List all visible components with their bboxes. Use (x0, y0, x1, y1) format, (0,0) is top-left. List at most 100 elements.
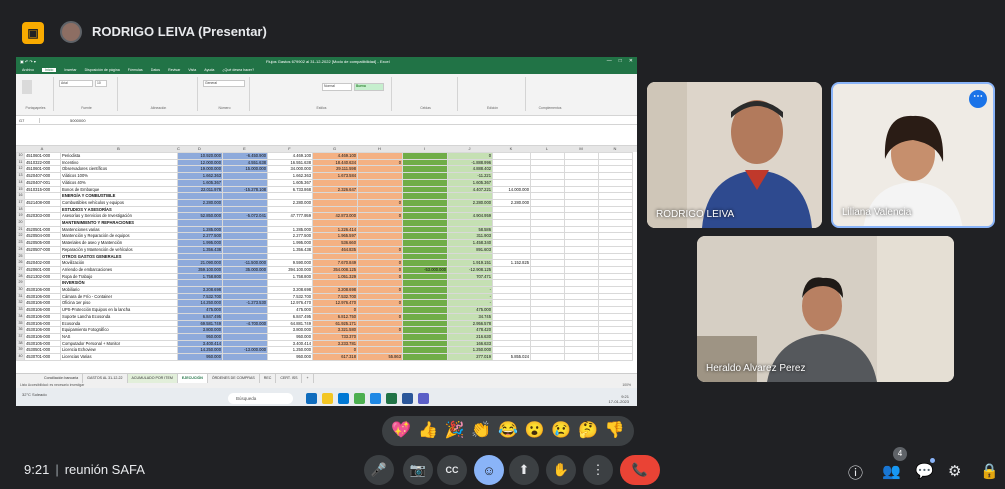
cell-empty[interactable] (564, 165, 599, 174)
cell-g[interactable]: 29.111.598 (312, 165, 358, 174)
cell-a[interactable]: 4520407-000 (24, 172, 61, 180)
menu-inicio[interactable]: Inicio (41, 68, 57, 72)
row-number[interactable]: 22 (16, 232, 25, 241)
cell-e[interactable]: -15.278.108 (222, 185, 268, 194)
menu-vista[interactable]: Vista (188, 68, 196, 72)
cell-g[interactable]: 7.670.849 (312, 259, 358, 267)
cell-h[interactable]: 0 (357, 158, 403, 167)
cell-h[interactable] (357, 232, 403, 241)
participant-tile[interactable]: RODRIGO LEIVA (647, 82, 822, 228)
cell-j[interactable] (447, 205, 493, 214)
cell-h[interactable] (357, 219, 403, 227)
cell-empty[interactable] (598, 259, 633, 267)
cell-e[interactable] (222, 232, 268, 241)
cell-j[interactable]: -11.221 (447, 172, 493, 180)
cell-b[interactable]: Mobiliario (60, 286, 178, 294)
cell-a[interactable]: 4520505-000 (24, 239, 61, 247)
row-number[interactable]: 36 (16, 326, 25, 334)
cell-j[interactable]: 34.745 (447, 312, 493, 321)
cell-g[interactable] (312, 192, 358, 200)
cell-f[interactable]: 47.777.959 (267, 212, 313, 221)
cell-k[interactable] (492, 279, 531, 288)
cell-k[interactable] (492, 272, 531, 281)
cell-b[interactable]: Asesorías y Servicios de Investigación (60, 212, 178, 221)
cell-j[interactable] (447, 192, 493, 200)
cell-b[interactable]: Mantención y Reparación de equipos (60, 232, 178, 241)
cell-h[interactable] (357, 165, 403, 174)
cell-k[interactable] (492, 286, 531, 294)
row-number[interactable]: 25 (16, 252, 25, 261)
row-number[interactable]: 16 (16, 192, 25, 200)
cell-empty[interactable] (564, 265, 599, 274)
excel-icon[interactable] (386, 393, 397, 404)
reaction-laugh[interactable]: 😂 (498, 421, 518, 441)
cell-k[interactable] (492, 219, 531, 227)
cell-empty[interactable] (564, 198, 599, 207)
cell-empty[interactable] (598, 326, 633, 334)
cell-i[interactable] (402, 312, 448, 321)
cell-empty[interactable] (530, 172, 565, 180)
cell-e[interactable]: 35.000.000 (222, 265, 268, 274)
cell-f[interactable]: 1.250.000 (267, 346, 313, 355)
cell-empty[interactable] (530, 212, 565, 221)
cell-g[interactable]: 3.208.698 (312, 286, 358, 294)
cell-f[interactable]: 4.469.100 (267, 152, 313, 160)
cell-a[interactable]: 4520402-000 (24, 259, 61, 267)
cell-k[interactable] (492, 326, 531, 334)
menu-revisar[interactable]: Revisar (168, 68, 180, 72)
cell-a[interactable]: 4530106-000 (24, 319, 61, 328)
cell-i[interactable] (402, 252, 448, 261)
cell-h[interactable]: 0 (357, 265, 403, 274)
cell-empty[interactable] (530, 225, 565, 234)
cell-b[interactable]: Cámara de Frío - Container (60, 292, 178, 301)
cell-a[interactable]: 4510315-000 (24, 185, 61, 194)
cell-b[interactable]: ENERGÍA Y COMBUSTIBLE (60, 192, 178, 200)
cell-h[interactable]: 55.863 (357, 353, 403, 361)
cell-empty[interactable] (564, 346, 599, 355)
cell-d[interactable]: 1.662.363 (177, 172, 223, 180)
menu-disposicion[interactable]: Disposición de página (85, 68, 120, 72)
cell-b[interactable]: ESTUDIOS Y ASESORÍAS (60, 205, 178, 214)
row-number[interactable]: 39 (16, 346, 25, 355)
cell-b[interactable]: Equipamiento Fotográfico (60, 326, 178, 334)
cell-e[interactable] (222, 292, 268, 301)
cell-k[interactable] (492, 319, 531, 328)
cell-j[interactable]: 311.903 (447, 232, 493, 241)
cell-b[interactable]: Soporte Lancha Ecosonda (60, 312, 178, 321)
cell-i[interactable] (402, 319, 448, 328)
cell-e[interactable] (222, 306, 268, 314)
column-header[interactable]: N (598, 146, 632, 151)
cell-j[interactable]: 707.471 (447, 272, 493, 281)
cell-d[interactable]: 1.285.000 (177, 225, 223, 234)
cell-i[interactable] (402, 172, 448, 180)
cell-e[interactable] (222, 239, 268, 247)
cell-empty[interactable] (598, 192, 633, 200)
add-sheet-button[interactable]: + (302, 373, 314, 383)
cell-j[interactable]: -12.908.125 (447, 265, 493, 274)
cell-e[interactable] (222, 178, 268, 187)
cell-k[interactable] (492, 172, 531, 180)
cell-i[interactable] (402, 205, 448, 214)
cell-b[interactable]: Licencias Varias (60, 353, 178, 361)
cell-g[interactable]: 2.326.647 (312, 185, 358, 194)
cell-g[interactable]: 464.835 (312, 245, 358, 254)
cell-d[interactable]: 475.000 (177, 306, 223, 314)
cell-f[interactable] (267, 279, 313, 288)
cell-empty[interactable] (530, 306, 565, 314)
cell-empty[interactable] (530, 272, 565, 281)
cell-j[interactable]: 478.420 (447, 326, 493, 334)
cell-k[interactable] (492, 225, 531, 234)
cell-a[interactable]: 4530105-000 (24, 339, 61, 348)
cell-g[interactable]: 18.440.634 (312, 158, 358, 167)
tell-me-search[interactable]: ¿Qué desea hacer? (222, 68, 254, 72)
cell-h[interactable]: 0 (357, 299, 403, 308)
row-number[interactable]: 19 (16, 212, 25, 221)
cell-empty[interactable] (598, 306, 633, 314)
cell-f[interactable]: 12.976.470 (267, 299, 313, 308)
cell-empty[interactable] (564, 326, 599, 334)
cell-f[interactable]: 950.000 (267, 333, 313, 341)
cell-a[interactable]: 4530106-000 (24, 299, 61, 308)
cell-j[interactable]: 277.019 (447, 353, 493, 361)
sheet-tab[interactable]: REC (260, 373, 277, 383)
cell-empty[interactable] (530, 205, 565, 214)
